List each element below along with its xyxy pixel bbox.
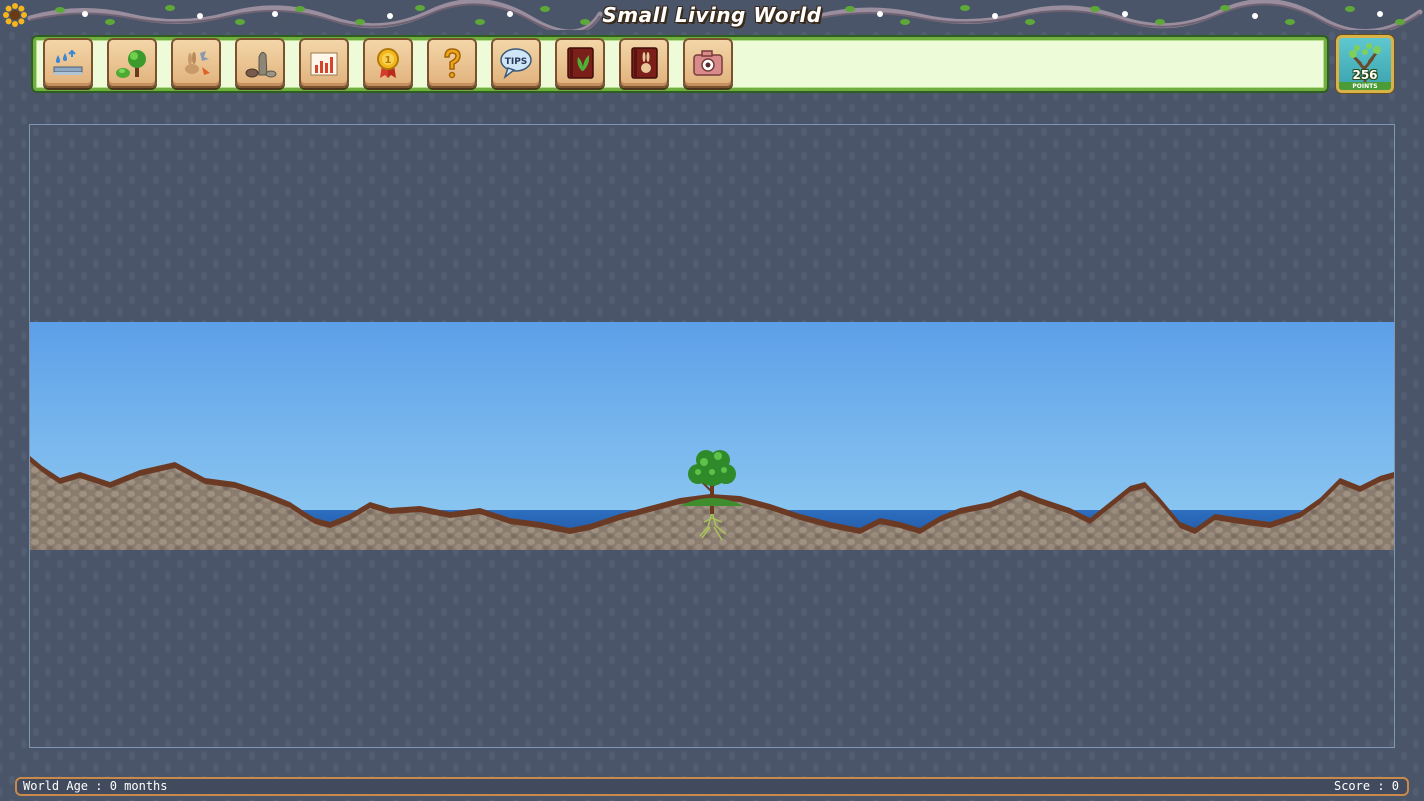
- status-bar: World Age : 0 months Score : 0: [15, 777, 1409, 796]
- points-value: 256: [1352, 68, 1378, 82]
- help-tool-button[interactable]: [427, 38, 477, 88]
- plant-book-icon: [567, 47, 594, 79]
- world-age-label: World Age : 0 months: [23, 779, 168, 793]
- plants-tool-button[interactable]: [107, 38, 157, 88]
- animal-book-icon: [631, 47, 658, 79]
- water-tool-button[interactable]: [43, 38, 93, 88]
- stats-tool-button[interactable]: [299, 38, 349, 88]
- tree-bush-icon: [116, 50, 146, 78]
- medal-icon: 1: [377, 48, 399, 78]
- toolbar: [33, 37, 1327, 91]
- camera-icon: [693, 50, 723, 76]
- points-badge[interactable]: 256 POINTS: [1336, 35, 1394, 93]
- tips-bubble-icon: TIPS: [500, 48, 532, 80]
- points-label: POINTS: [1352, 83, 1378, 90]
- rocks-tool-button[interactable]: [235, 38, 285, 88]
- achievements-tool-button[interactable]: 1: [363, 38, 413, 88]
- question-mark-icon: [444, 48, 461, 79]
- game-title: Small Living World: [602, 3, 822, 27]
- water-drops-icon: [53, 49, 83, 75]
- animal-book-tool-button[interactable]: [619, 38, 669, 88]
- plant-book-tool-button[interactable]: [555, 38, 605, 88]
- screenshot-tool-button[interactable]: [683, 38, 733, 88]
- rocks-icon: [245, 51, 277, 78]
- tips-tool-button[interactable]: TIPS: [491, 38, 541, 88]
- animals-tool-button[interactable]: [171, 38, 221, 88]
- sunflower-icon: [3, 3, 27, 27]
- score-label: Score : 0: [1333, 779, 1399, 793]
- svg-text:1: 1: [385, 55, 392, 66]
- chart-icon: [310, 52, 338, 76]
- rabbit-bird-icon: [185, 51, 210, 75]
- svg-text:TIPS: TIPS: [505, 57, 528, 67]
- world-scene[interactable]: [30, 322, 1394, 550]
